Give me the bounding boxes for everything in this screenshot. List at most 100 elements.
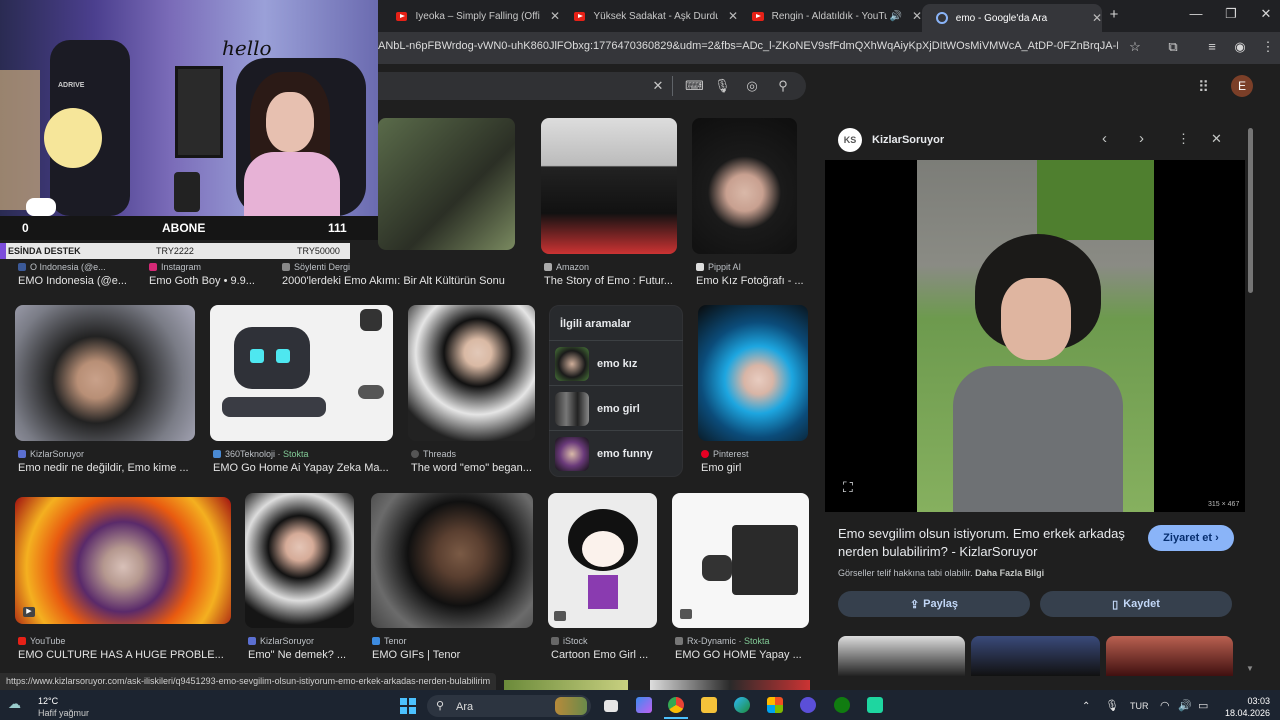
file-explorer-icon[interactable] [701, 697, 717, 713]
input-language[interactable]: TUR [1130, 701, 1149, 711]
related-thumb [555, 392, 589, 426]
related-item-emo-girl[interactable]: emo girl [555, 389, 677, 429]
result-title[interactable]: Emo" Ne demek? ... [248, 649, 354, 661]
new-tab-button[interactable]: + [1104, 6, 1124, 23]
result-image-emo-indonesia-2[interactable] [378, 118, 515, 250]
copilot-icon[interactable] [636, 697, 652, 713]
edge-icon[interactable] [734, 697, 750, 713]
similar-image[interactable] [838, 636, 965, 676]
apps-grid-icon[interactable]: ⠿ [1198, 78, 1209, 96]
tab-iyeoka[interactable]: Iyeoka – Simply Falling (Official ✕ [382, 4, 560, 28]
menu-dots-icon[interactable]: ⋮ [1260, 39, 1276, 55]
mic-tray-icon[interactable]: 🎙 [1105, 699, 1119, 712]
next-image-icon[interactable]: › [1139, 130, 1144, 147]
scroll-down-arrow[interactable]: ▼ [1246, 664, 1254, 673]
tab-yuksek-sadakat[interactable]: Yüksek Sadakat - Aşk Durdukça ✕ [560, 4, 738, 28]
chrome-icon[interactable] [668, 697, 684, 713]
share-button[interactable]: ⇪ Paylaş [838, 591, 1030, 617]
result-image-emo-gif[interactable] [371, 493, 533, 628]
hello-neon-sign: hello [222, 36, 272, 60]
related-item-emo-funny[interactable]: emo funny [555, 434, 677, 474]
prev-image-icon[interactable]: ‹ [1102, 130, 1107, 147]
extensions-icon[interactable]: ⧉ [1165, 39, 1181, 55]
panel-scrollbar[interactable] [1248, 128, 1253, 293]
volume-icon[interactable]: 🔊 [1178, 699, 1192, 712]
task-view-icon[interactable] [604, 700, 618, 712]
clear-search-icon[interactable]: ✕ [650, 78, 666, 94]
cat-poster [175, 66, 223, 158]
close-tab-icon[interactable]: ✕ [912, 9, 922, 23]
xbox-icon[interactable] [834, 697, 850, 713]
result-title[interactable]: EMO Go Home Ai Yapay Zeka Ma... [213, 462, 393, 474]
media-controls-icon[interactable]: ≡ [1204, 39, 1220, 55]
clock-time[interactable]: 03:03 [1228, 696, 1270, 706]
result-title[interactable]: The Story of Emo : Futur... [544, 275, 678, 287]
profile-icon[interactable]: ◉ [1232, 39, 1248, 55]
result-image-cartoon-emo[interactable] [548, 493, 657, 628]
panel-source-name[interactable]: KizlarSoruyor [872, 134, 944, 146]
close-tab-icon[interactable]: ✕ [550, 9, 560, 23]
result-image-emo-girl-blue[interactable] [698, 305, 808, 441]
result-title[interactable]: The word "emo" began... [411, 462, 535, 474]
partial-result-image[interactable] [504, 680, 628, 690]
mic-icon[interactable]: 🎙 [714, 78, 731, 94]
weather-temp[interactable]: 12°C [38, 696, 58, 706]
face [1001, 278, 1071, 360]
related-item-emo-kiz[interactable]: emo kız [555, 344, 677, 384]
bookmark-star-icon[interactable]: ☆ [1127, 39, 1143, 55]
visit-button[interactable]: Ziyaret et › [1148, 525, 1234, 551]
address-bar[interactable]: ANbL-n6pFBWrdog-vWN0-uhK860JlFObxg:17764… [378, 40, 1118, 52]
tab-rengin[interactable]: Rengin - Aldatıldık - YouTube 🔊 ✕ [738, 4, 922, 28]
more-info-link[interactable]: Daha Fazla Bilgi [975, 568, 1044, 578]
search-icon[interactable]: ⚲ [775, 78, 791, 94]
weather-desc[interactable]: Hafif yağmur [38, 708, 89, 718]
result-title[interactable]: EMO GO HOME Yapay ... [675, 649, 809, 661]
result-title[interactable]: EMO Indonesia (@e... [18, 275, 130, 287]
similar-image[interactable] [971, 636, 1100, 676]
speaker-icon: 🔊 [889, 10, 902, 22]
clock-date[interactable]: 18.04.2026 [1220, 708, 1270, 718]
similar-image[interactable] [1106, 636, 1233, 676]
keyboard-icon[interactable]: ⌨ [685, 78, 704, 94]
result-image-emo-robot[interactable] [210, 305, 393, 441]
result-title[interactable]: 2000'lerdeki Emo Akımı: Bir Alt Kültürün… [282, 275, 522, 287]
result-title[interactable]: Emo Goth Boy • 9.9... [149, 275, 261, 287]
battery-icon[interactable]: ▭ [1198, 699, 1208, 712]
tab-google-search[interactable]: emo - Google'da Ara ✕ [922, 4, 1102, 32]
minimize-icon[interactable]: — [1186, 6, 1206, 21]
result-title[interactable]: Cartoon Emo Girl ... [551, 649, 657, 661]
preview-image[interactable] [917, 160, 1154, 512]
result-image-emo-word[interactable] [408, 305, 535, 441]
close-panel-icon[interactable]: ✕ [1211, 131, 1222, 147]
search-bar[interactable] [378, 72, 806, 100]
result-title[interactable]: Emo nedir ne değildir, Emo kime ... [18, 462, 194, 474]
app-icon[interactable] [867, 697, 883, 713]
wifi-icon[interactable]: ◠ [1160, 699, 1170, 712]
tray-expand-icon[interactable]: ⌃ [1082, 701, 1090, 712]
result-image-emo-ne-demek[interactable] [245, 493, 354, 628]
store-icon[interactable] [767, 697, 783, 713]
close-window-icon[interactable]: ✕ [1256, 6, 1276, 22]
save-button[interactable]: ▯ Kaydet [1040, 591, 1232, 617]
result-title[interactable]: EMO GIFs | Tenor [372, 649, 532, 661]
result-image-story-of-emo[interactable] [541, 118, 677, 254]
lens-search-icon[interactable]: ⛶ [843, 479, 853, 496]
close-tab-icon[interactable]: ✕ [728, 9, 738, 23]
lens-icon[interactable]: ◎ [744, 78, 760, 94]
more-options-icon[interactable]: ⋮ [1177, 131, 1190, 147]
account-avatar[interactable]: E [1231, 75, 1253, 97]
panel-title[interactable]: Emo sevgilim olsun istiyorum. Emo erkek … [838, 525, 1144, 561]
result-title[interactable]: EMO CULTURE HAS A HUGE PROBLE... [18, 649, 230, 661]
result-title[interactable]: Emo girl [701, 462, 801, 474]
restore-icon[interactable]: ❐ [1221, 6, 1241, 22]
windows-start-icon[interactable] [400, 698, 416, 714]
app-icon[interactable] [800, 697, 816, 713]
result-image-emo-girl-photo[interactable] [692, 118, 797, 254]
result-image-emo-nedir[interactable] [15, 305, 195, 441]
tenor-icon [372, 637, 380, 645]
close-tab-icon[interactable]: ✕ [1092, 11, 1102, 25]
result-image-emo-culture[interactable]: ▶ [15, 497, 231, 624]
partial-result-image[interactable] [650, 680, 810, 690]
result-image-emo-go-home[interactable] [672, 493, 809, 628]
result-title[interactable]: Emo Kız Fotoğrafı - ... [696, 275, 808, 287]
